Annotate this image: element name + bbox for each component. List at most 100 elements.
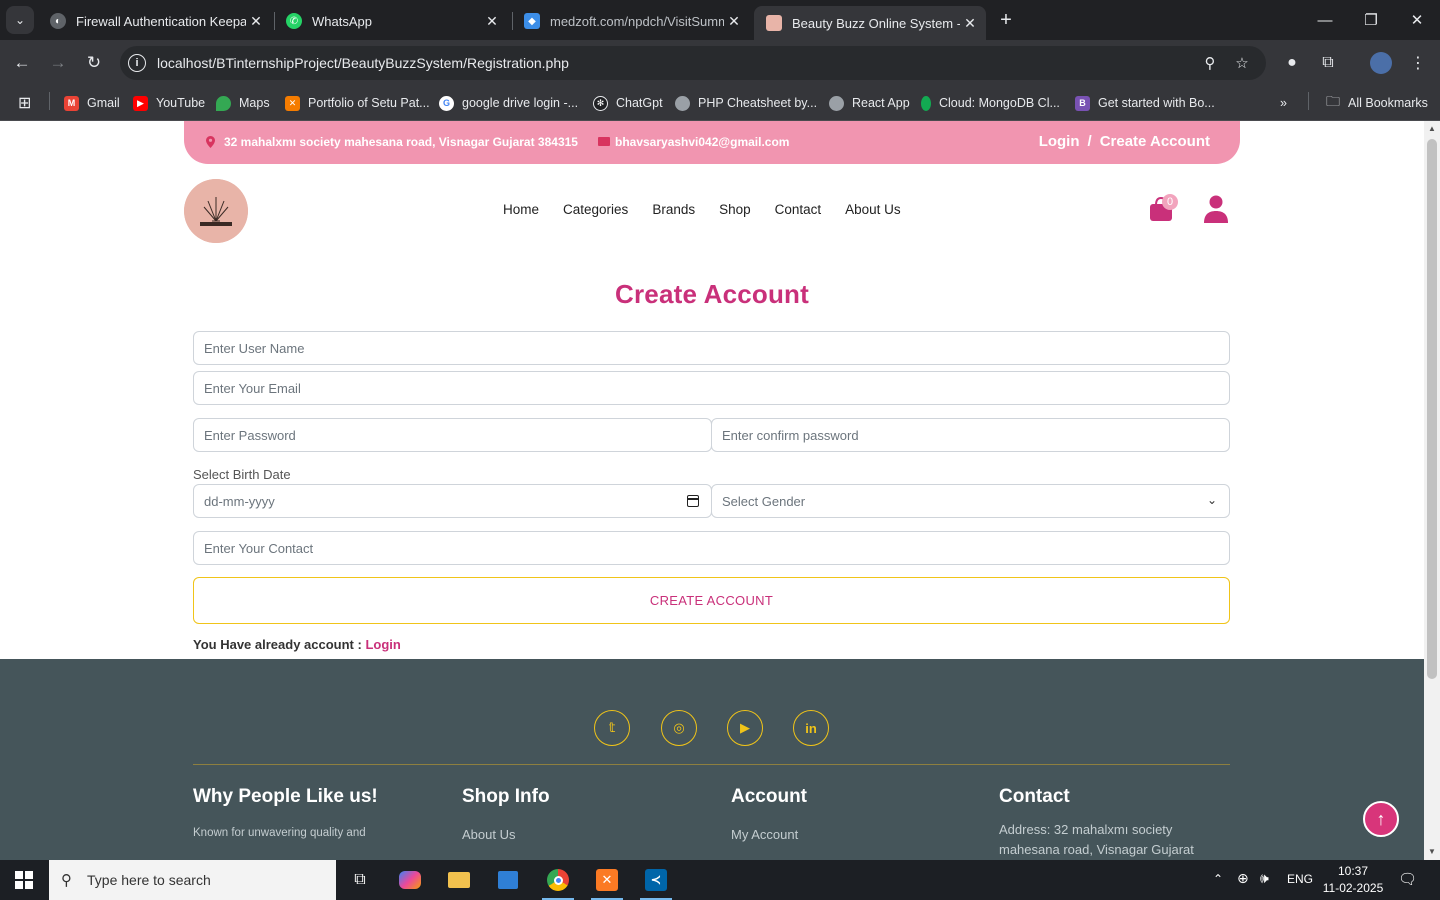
tab-search-button[interactable]: ⌄ xyxy=(6,6,34,34)
nav-shop[interactable]: Shop xyxy=(719,202,751,217)
extensions-puzzle-icon[interactable]: ⧉ xyxy=(1315,50,1341,76)
bookmark-star-icon[interactable]: ☆ xyxy=(1232,53,1252,73)
scrollbar-thumb[interactable] xyxy=(1427,139,1437,679)
username-input[interactable]: Enter User Name xyxy=(193,331,1230,365)
linkedin-icon[interactable]: in xyxy=(793,710,829,746)
login-link[interactable]: Login xyxy=(1039,133,1080,150)
confirm-password-input[interactable]: Enter confirm password xyxy=(711,418,1230,452)
show-hidden-icons[interactable]: ⌃ xyxy=(1213,872,1223,886)
bootstrap-icon: B xyxy=(1075,95,1090,111)
microsoft-store-icon[interactable] xyxy=(484,860,532,900)
menu-kebab-icon[interactable]: ⋮ xyxy=(1405,50,1431,76)
url-text[interactable]: localhost/BTinternshipProject/BeautyBuzz… xyxy=(157,55,569,71)
windows-taskbar: ⚲ Type here to search ⧉ ✕ ≺ ⌃ ⊕ 🕪 ENG 10… xyxy=(0,860,1440,900)
copilot-icon[interactable] xyxy=(386,860,434,900)
chatgpt-icon: ✻ xyxy=(593,95,608,111)
calendar-icon[interactable] xyxy=(687,495,699,507)
close-tab-icon[interactable]: ✕ xyxy=(724,13,744,30)
extension-icon[interactable]: ● xyxy=(1279,50,1305,76)
tab-medzoft[interactable]: ◆ medzoft.com/npdch/VisitSummary ✕ xyxy=(512,6,750,36)
restore-button[interactable]: ❐ xyxy=(1348,0,1394,40)
youtube-icon[interactable]: ▶ xyxy=(727,710,763,746)
page-scrollbar[interactable]: ▲ ▼ xyxy=(1424,121,1440,860)
footer-contact-title: Contact xyxy=(999,786,1070,807)
apps-grid-icon[interactable]: ⊞ xyxy=(18,92,31,114)
reload-button[interactable]: ↻ xyxy=(80,49,108,77)
footer-why-text: Known for unwavering quality and xyxy=(193,827,366,839)
nav-brands[interactable]: Brands xyxy=(652,202,695,217)
birth-date-label: Select Birth Date xyxy=(193,467,291,482)
tab-beauty-buzz[interactable]: Beauty Buzz Online System - Registration… xyxy=(754,6,986,40)
scroll-down-icon[interactable]: ▼ xyxy=(1428,848,1436,856)
back-button[interactable]: ← xyxy=(8,49,36,77)
store-email[interactable]: bhavsaryashvi042@gmail.com xyxy=(615,135,789,149)
close-tab-icon[interactable]: ✕ xyxy=(960,15,980,32)
footer-divider xyxy=(193,764,1230,765)
auth-separator: / xyxy=(1087,133,1092,150)
nav-home[interactable]: Home xyxy=(503,202,539,217)
bookmark-maps[interactable]: Maps xyxy=(216,92,270,114)
login-link[interactable]: Login xyxy=(365,637,400,652)
create-account-button[interactable]: CREATE ACCOUNT xyxy=(193,577,1230,624)
more-bookmarks-icon[interactable]: » xyxy=(1280,92,1287,114)
bookmark-google-drive[interactable]: G google drive login -... xyxy=(439,92,578,114)
footer-about-link[interactable]: About Us xyxy=(462,827,515,842)
instagram-icon[interactable]: ◎ xyxy=(661,710,697,746)
xampp-taskbar-icon[interactable]: ✕ xyxy=(583,860,631,900)
tab-whatsapp[interactable]: ✆ WhatsApp ✕ xyxy=(274,6,508,36)
bookmark-portfolio[interactable]: ✕ Portfolio of Setu Pat... xyxy=(285,92,430,114)
nav-about-us[interactable]: About Us xyxy=(845,202,901,217)
zoom-icon[interactable]: ⚲ xyxy=(1200,53,1220,73)
gender-select[interactable]: Select Gender ⌄ xyxy=(711,484,1230,518)
email-input[interactable]: Enter Your Email xyxy=(193,371,1230,405)
back-to-top-button[interactable]: ↑ xyxy=(1363,801,1399,837)
location-pin-icon xyxy=(206,136,215,148)
nav-categories[interactable]: Categories xyxy=(563,202,628,217)
close-window-button[interactable]: ✕ xyxy=(1394,0,1440,40)
bookmark-bootstrap[interactable]: B Get started with Bo... xyxy=(1075,92,1215,114)
new-tab-button[interactable]: + xyxy=(994,8,1018,32)
input-language[interactable]: ENG xyxy=(1287,872,1313,886)
bookmark-mongodb[interactable]: Cloud: MongoDB Cl... xyxy=(921,92,1060,114)
scroll-up-icon[interactable]: ▲ xyxy=(1428,125,1436,133)
system-clock[interactable]: 10:37 11-02-2025 xyxy=(1318,863,1388,897)
bookmark-youtube[interactable]: ▶ YouTube xyxy=(133,92,205,114)
bookmark-react-app[interactable]: React App xyxy=(829,92,910,114)
nav-contact[interactable]: Contact xyxy=(775,202,822,217)
chrome-taskbar-icon[interactable] xyxy=(534,860,582,900)
user-icon[interactable] xyxy=(1203,195,1229,223)
tab-firewall[interactable]: ◐ Firewall Authentication Keepalive ✕ xyxy=(38,6,272,36)
taskbar-search[interactable]: ⚲ Type here to search xyxy=(49,860,336,900)
site-info-icon[interactable]: i xyxy=(128,54,146,72)
close-tab-icon[interactable]: ✕ xyxy=(482,13,502,30)
vscode-taskbar-icon[interactable]: ≺ xyxy=(632,860,680,900)
profile-avatar[interactable] xyxy=(1368,50,1394,76)
bookmark-chatgpt[interactable]: ✻ ChatGpt xyxy=(593,92,663,114)
task-view-icon[interactable]: ⧉ xyxy=(336,860,384,900)
password-input[interactable]: Enter Password xyxy=(193,418,712,452)
page-title: Create Account xyxy=(615,279,809,309)
notifications-icon[interactable]: 🗨 xyxy=(1398,870,1417,888)
main-nav: Home Categories Brands Shop Contact Abou… xyxy=(503,202,901,217)
contact-input[interactable]: Enter Your Contact xyxy=(193,531,1230,565)
create-account-link[interactable]: Create Account xyxy=(1100,133,1210,150)
forward-button[interactable]: → xyxy=(44,49,72,77)
avatar xyxy=(1370,52,1392,74)
minimize-button[interactable]: — xyxy=(1302,0,1348,40)
volume-icon[interactable]: 🕪 xyxy=(1260,870,1269,887)
close-tab-icon[interactable]: ✕ xyxy=(246,13,266,30)
address-bar[interactable]: i localhost/BTinternshipProject/BeautyBu… xyxy=(120,46,1266,80)
twitter-icon[interactable]: 𝕥 xyxy=(594,710,630,746)
birth-date-input[interactable]: dd-mm-yyyy xyxy=(193,484,712,518)
footer-my-account-link[interactable]: My Account xyxy=(731,827,798,842)
tooth-icon: ◆ xyxy=(524,13,540,29)
file-explorer-icon[interactable] xyxy=(435,860,483,900)
windows-start-button[interactable] xyxy=(0,860,48,900)
cart-count-badge: 0 xyxy=(1162,194,1178,210)
all-bookmarks-folder[interactable]: 🗀 All Bookmarks xyxy=(1326,92,1428,114)
bookmark-php-cheatsheet[interactable]: PHP Cheatsheet by... xyxy=(675,92,817,114)
bookmark-gmail[interactable]: M Gmail xyxy=(64,92,120,114)
site-logo[interactable] xyxy=(184,179,248,243)
bookmark-separator xyxy=(1308,92,1309,110)
network-globe-icon[interactable]: ⊕ xyxy=(1237,870,1249,887)
